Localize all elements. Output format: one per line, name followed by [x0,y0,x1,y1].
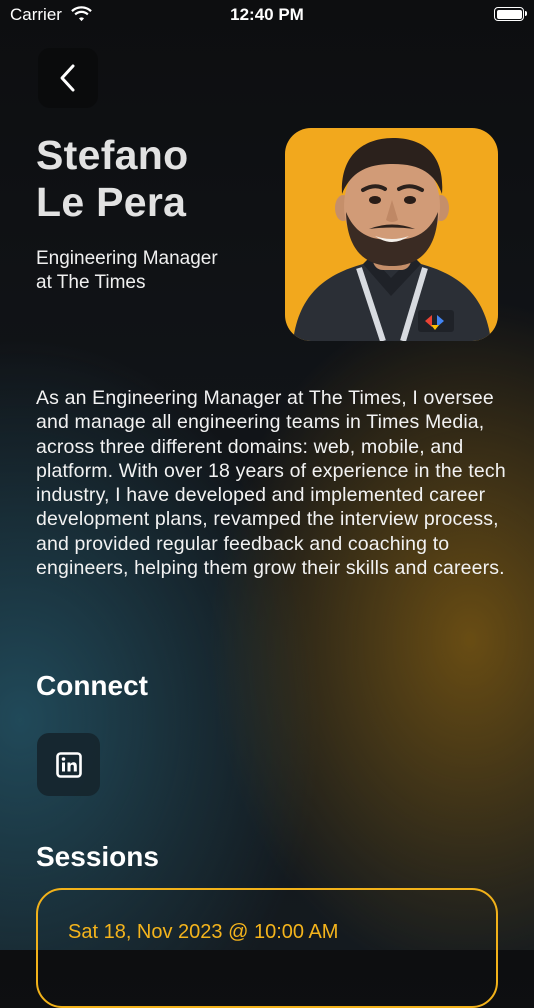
connect-heading: Connect [36,670,148,701]
speaker-bio: As an Engineering Manager at The Times, … [36,387,506,580]
speaker-role: Engineering Manager at The Times [36,247,218,295]
speaker-last-name: Le Pera [36,179,187,225]
status-time: 12:40 PM [230,5,304,24]
sessions-heading: Sessions [36,841,159,872]
back-button[interactable] [38,48,98,108]
speaker-photo [285,128,498,341]
session-card[interactable]: Sat 18, Nov 2023 @ 10:00 AM [36,888,498,1008]
chevron-left-icon [60,64,75,92]
speaker-role-line1: Engineering Manager [36,248,218,269]
linkedin-button[interactable] [37,733,100,796]
session-datetime: Sat 18, Nov 2023 @ 10:00 AM [68,921,339,943]
battery-icon [494,7,527,21]
speaker-name: Stefano Le Pera [36,132,188,226]
speaker-role-line2: at The Times [36,272,146,293]
status-bar: Carrier 12:40 PM [0,0,534,30]
linkedin-icon [55,751,82,778]
speaker-first-name: Stefano [36,132,189,178]
